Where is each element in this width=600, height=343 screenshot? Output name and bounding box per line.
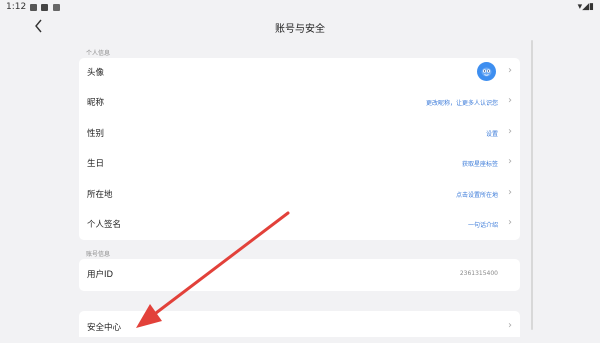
row-value: 获取星座标签 [461, 161, 498, 168]
notification-icon [53, 4, 60, 11]
account-info-card: 用户ID 2361315400 [79, 259, 520, 291]
row-label: 个人签名 [87, 220, 122, 230]
avatar-icon [477, 62, 496, 81]
row-label: 所在地 [87, 190, 113, 200]
chevron-right-icon: › [508, 95, 512, 106]
chevron-right-icon: › [508, 156, 512, 167]
section-label-personal: 个人信息 [86, 50, 111, 57]
security-center-label: 安全中心 [87, 323, 122, 333]
row-label: 头像 [87, 68, 105, 78]
chevron-right-icon: › [508, 217, 512, 228]
gallery-icon [30, 4, 37, 11]
user-id-value: 2361315400 [459, 270, 498, 277]
chevron-right-icon: › [508, 320, 512, 331]
status-bar: 1:12 ▾◢▮ [0, 0, 600, 16]
section-label-account: 账号信息 [86, 251, 111, 258]
row-user-id: 用户ID 2361315400 [79, 260, 520, 290]
page-title: 账号与安全 [275, 24, 325, 35]
row-location[interactable]: 所在地 点击设置所在地 › [79, 180, 520, 210]
row-value: 点击设置所在地 [455, 192, 498, 199]
security-card: 安全中心 › [79, 311, 520, 337]
chevron-right-icon: › [508, 187, 512, 198]
row-value: 更改昵称，让更多人认识您 [425, 100, 498, 107]
row-signature[interactable]: 个人签名 一句话介绍 › [79, 210, 520, 240]
row-avatar[interactable]: 头像 › [79, 58, 520, 88]
row-nickname[interactable]: 昵称 更改昵称，让更多人认识您 › [79, 88, 520, 118]
row-label: 性别 [87, 129, 105, 139]
row-birthday[interactable]: 生日 获取星座标签 › [79, 149, 520, 179]
personal-info-card: 头像 › 昵称 更改昵称，让更多人认识您 › 性别 设置 › 生日 获取星座标签… [79, 58, 520, 240]
row-gender[interactable]: 性别 设置 › [79, 119, 520, 149]
row-label: 昵称 [87, 98, 105, 108]
user-id-label: 用户ID [87, 270, 114, 280]
row-value: 一句话介绍 [467, 222, 498, 229]
row-value: 设置 [485, 131, 498, 138]
row-label: 生日 [87, 159, 105, 169]
status-right-icons: ▾◢▮ [577, 2, 594, 12]
app-icon [41, 4, 48, 11]
status-time: 1:12 [6, 2, 27, 12]
chevron-right-icon: › [508, 65, 512, 76]
chevron-right-icon: › [508, 126, 512, 137]
row-security-center[interactable]: 安全中心 › [79, 313, 520, 343]
top-bar: 账号与安全 [0, 16, 600, 38]
scrollbar[interactable] [531, 40, 533, 330]
